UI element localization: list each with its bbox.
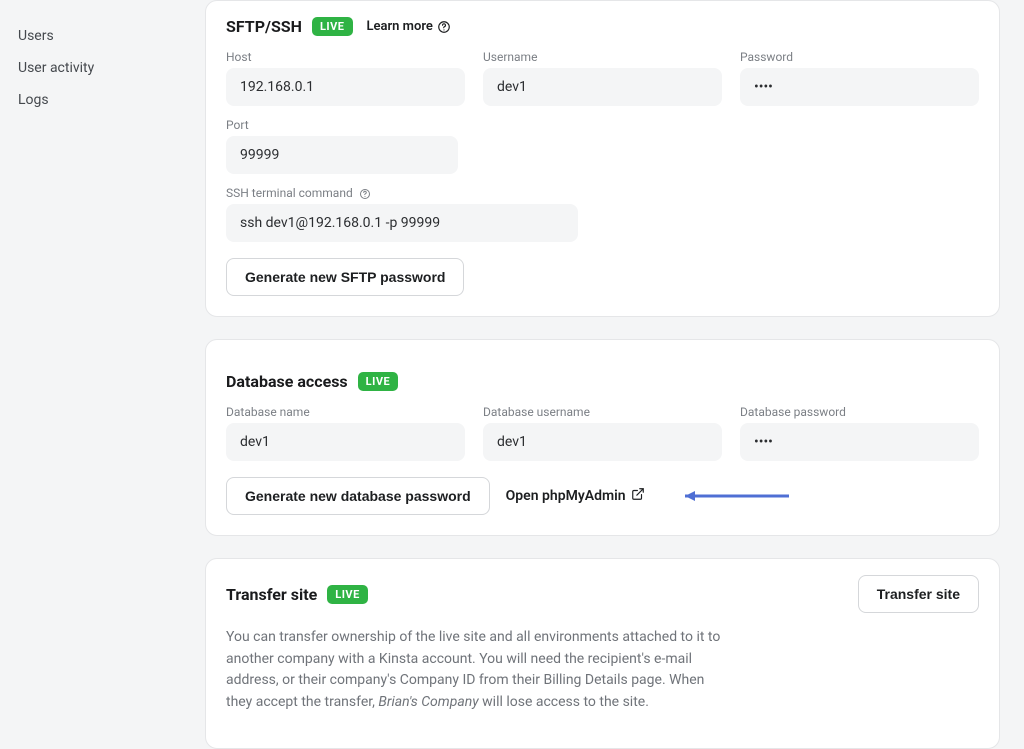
live-badge: LIVE (358, 372, 399, 391)
sftp-card: SFTP/SSH LIVE Learn more Host 192.168.0.… (205, 0, 1000, 317)
sftp-header: SFTP/SSH LIVE Learn more (226, 17, 979, 36)
port-value[interactable]: 99999 (226, 136, 458, 174)
generate-sftp-password-button[interactable]: Generate new SFTP password (226, 258, 464, 296)
sftp-title: SFTP/SSH (226, 17, 302, 36)
help-icon[interactable] (356, 186, 371, 200)
generate-db-password-button[interactable]: Generate new database password (226, 477, 490, 515)
live-badge: LIVE (312, 17, 353, 36)
db-name-field: Database name dev1 (226, 405, 465, 461)
host-label: Host (226, 50, 465, 64)
annotation-arrow-icon (671, 488, 791, 504)
database-card: Database access LIVE Database name dev1 … (205, 339, 1000, 536)
db-pass-label: Database password (740, 405, 979, 419)
generate-db-password-label: Generate new database password (245, 488, 471, 504)
username-label: Username (483, 50, 722, 64)
transfer-site-button[interactable]: Transfer site (858, 575, 979, 613)
ssh-cmd-label-text: SSH terminal command (226, 186, 353, 200)
live-badge: LIVE (327, 585, 368, 604)
password-field: Password •••• (740, 50, 979, 106)
db-pass-value[interactable]: •••• (740, 423, 979, 461)
ssh-cmd-value[interactable]: ssh dev1@192.168.0.1 -p 99999 (226, 204, 578, 242)
main-content: SFTP/SSH LIVE Learn more Host 192.168.0.… (205, 0, 1024, 722)
ssh-cmd-label: SSH terminal command (226, 186, 578, 200)
db-name-value[interactable]: dev1 (226, 423, 465, 461)
username-value[interactable]: dev1 (483, 68, 722, 106)
sidebar-item-user-activity[interactable]: User activity (18, 52, 205, 84)
transfer-desc-part2: will lose access to the site. (482, 694, 649, 710)
password-label: Password (740, 50, 979, 64)
generate-sftp-password-label: Generate new SFTP password (245, 269, 445, 285)
sidebar-item-logs[interactable]: Logs (18, 84, 205, 116)
db-user-value[interactable]: dev1 (483, 423, 722, 461)
db-name-label: Database name (226, 405, 465, 419)
password-value[interactable]: •••• (740, 68, 979, 106)
username-field: Username dev1 (483, 50, 722, 106)
ssh-cmd-field: SSH terminal command ssh dev1@192.168.0.… (226, 186, 578, 242)
port-field: Port 99999 (226, 118, 458, 174)
db-user-label: Database username (483, 405, 722, 419)
transfer-site-button-label: Transfer site (877, 586, 960, 602)
open-phpmyadmin-label: Open phpMyAdmin (506, 488, 626, 504)
transfer-card: Transfer site LIVE Transfer site You can… (205, 558, 1000, 749)
db-header: Database access LIVE (226, 372, 979, 391)
db-title: Database access (226, 372, 348, 391)
sidebar: Users User activity Logs (0, 0, 205, 722)
db-user-field: Database username dev1 (483, 405, 722, 461)
learn-more-label: Learn more (367, 19, 433, 34)
learn-more-link[interactable]: Learn more (367, 19, 451, 34)
transfer-title: Transfer site (226, 585, 317, 604)
transfer-header: Transfer site LIVE Transfer site (226, 575, 979, 613)
help-icon (437, 19, 451, 34)
external-link-icon (631, 487, 645, 505)
db-pass-field: Database password •••• (740, 405, 979, 461)
host-field: Host 192.168.0.1 (226, 50, 465, 106)
transfer-desc-company: Brian's Company (378, 694, 478, 710)
sidebar-item-users[interactable]: Users (18, 20, 205, 52)
host-value[interactable]: 192.168.0.1 (226, 68, 465, 106)
open-phpmyadmin-link[interactable]: Open phpMyAdmin (506, 487, 645, 505)
transfer-description: You can transfer ownership of the live s… (226, 627, 726, 714)
port-label: Port (226, 118, 458, 132)
